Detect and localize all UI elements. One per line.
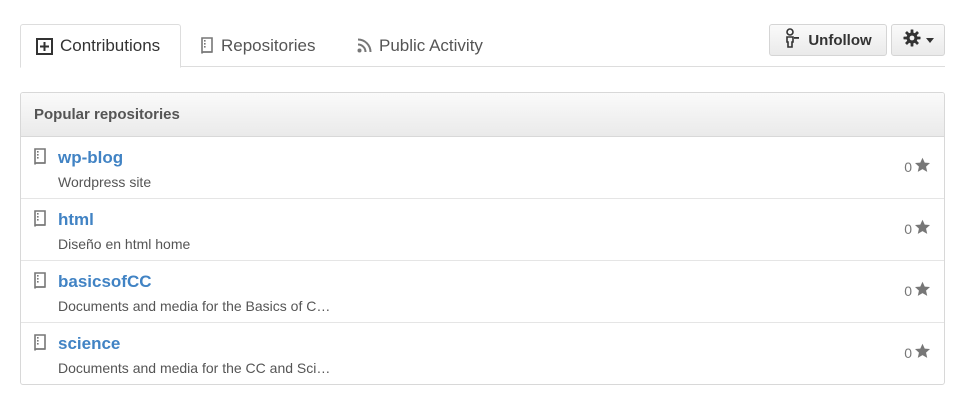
tab-label: Public Activity (379, 35, 483, 55)
repo-row: html Diseño en html home 0 (21, 199, 944, 261)
star-icon (914, 281, 931, 300)
chevron-down-icon (925, 37, 934, 43)
repo-name-link[interactable]: science (58, 334, 120, 354)
tab-public-activity[interactable]: Public Activity (357, 24, 483, 67)
person-minus-icon (784, 28, 800, 52)
contributions-icon (36, 37, 53, 55)
unfollow-label: Unfollow (808, 31, 872, 49)
repo-name-link[interactable]: wp-blog (58, 148, 123, 168)
star-icon (914, 343, 931, 362)
repo-row: science Documents and media for the CC a… (21, 323, 944, 384)
settings-dropdown-button[interactable] (891, 24, 945, 56)
star-count: 0 (904, 344, 912, 361)
star-count: 0 (904, 282, 912, 299)
unfollow-button[interactable]: Unfollow (769, 24, 887, 56)
repo-row: wp-blog Wordpress site 0 (21, 137, 944, 199)
repo-description: Documents and media for the Basics of C… (58, 298, 331, 314)
repo-stars[interactable]: 0 (904, 157, 931, 176)
repo-stars[interactable]: 0 (904, 343, 931, 362)
repo-icon (200, 36, 214, 55)
tab-label: Contributions (60, 36, 161, 55)
rss-icon (357, 38, 372, 53)
tab-contributions[interactable]: Contributions (20, 24, 181, 68)
repo-row: basicsofCC Documents and media for the B… (21, 261, 944, 323)
tab-repositories[interactable]: Repositories (200, 24, 316, 67)
star-icon (914, 157, 931, 176)
repo-description: Documents and media for the CC and Sci… (58, 360, 331, 376)
repo-stars[interactable]: 0 (904, 219, 931, 238)
box-header-title: Popular repositories (21, 93, 944, 137)
repo-icon (33, 210, 47, 233)
star-count: 0 (904, 220, 912, 237)
star-count: 0 (904, 158, 912, 175)
repo-icon (33, 148, 47, 171)
star-icon (914, 219, 931, 238)
repo-name-link[interactable]: basicsofCC (58, 272, 152, 292)
repo-icon (33, 272, 47, 295)
repo-name-link[interactable]: html (58, 210, 94, 230)
repo-description: Diseño en html home (58, 236, 191, 252)
repo-icon (33, 334, 47, 357)
repo-stars[interactable]: 0 (904, 281, 931, 300)
popular-repositories-box: Popular repositories wp-blog Wordpress s… (20, 92, 945, 385)
repo-description: Wordpress site (58, 174, 152, 190)
gear-icon (903, 29, 921, 51)
tab-label: Repositories (221, 35, 316, 55)
